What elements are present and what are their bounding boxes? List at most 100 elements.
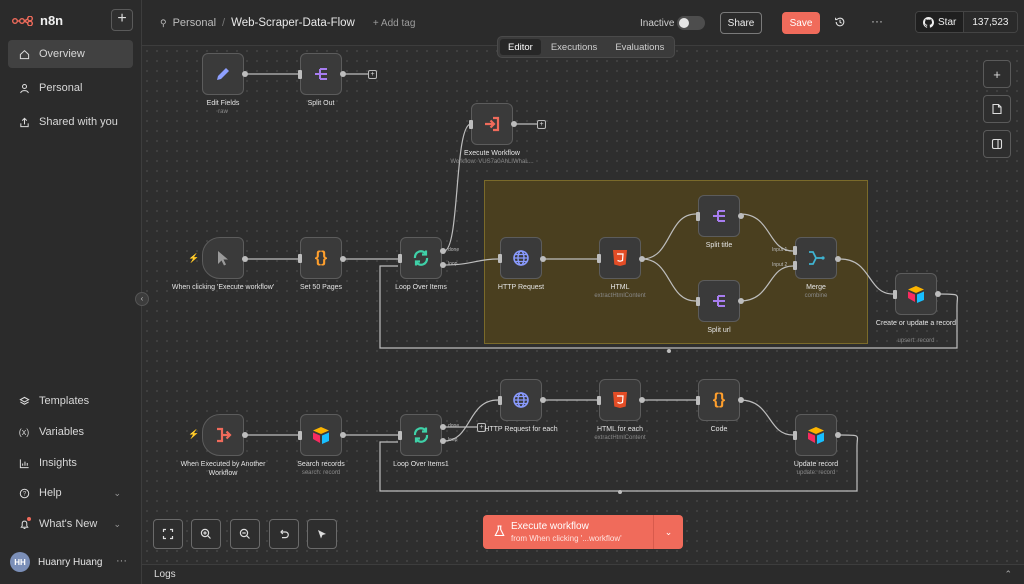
workflow-canvas[interactable]: Edit Fields raw Split Out + + Execute Wo…: [142, 46, 1024, 564]
sidebar-item-templates[interactable]: Templates: [8, 387, 133, 415]
output-port[interactable]: [639, 397, 645, 403]
workflow-name[interactable]: Web-Scraper-Data-Flow: [231, 17, 355, 29]
input-port[interactable]: [893, 290, 897, 299]
user-more-icon[interactable]: ···: [116, 555, 127, 567]
input-port[interactable]: [597, 254, 601, 263]
sidebar-item-overview[interactable]: Overview: [8, 40, 133, 68]
node-merge[interactable]: [795, 237, 837, 279]
zoom-in-button[interactable]: [191, 519, 221, 549]
output-port-done[interactable]: [440, 248, 446, 254]
sidebar-item-insights[interactable]: Insights: [8, 449, 133, 477]
node-http-request[interactable]: [500, 237, 542, 279]
input-port[interactable]: [398, 254, 402, 263]
output-port[interactable]: [340, 256, 346, 262]
input-port[interactable]: [597, 396, 601, 405]
output-port[interactable]: [540, 256, 546, 262]
sidebar-item-help[interactable]: ? Help ⌄: [8, 479, 133, 507]
input-port[interactable]: [696, 212, 700, 221]
node-split-title[interactable]: [698, 195, 740, 237]
node-split-url[interactable]: [698, 280, 740, 322]
node-edit-fields[interactable]: [202, 53, 244, 95]
input-port[interactable]: [498, 396, 502, 405]
input-port[interactable]: [696, 297, 700, 306]
port-label: loop: [448, 437, 458, 443]
output-port[interactable]: [540, 397, 546, 403]
node-execute-trigger[interactable]: [202, 414, 244, 456]
sidebar-item-whats-new[interactable]: What's New ⌄: [8, 510, 133, 538]
sidebar-item-personal[interactable]: Personal: [8, 74, 133, 102]
tab-executions[interactable]: Executions: [543, 39, 605, 55]
zoom-out-button[interactable]: [230, 519, 260, 549]
more-options-icon[interactable]: ···: [871, 14, 883, 28]
logs-panel-bar[interactable]: Logs ⌃: [142, 564, 1024, 584]
sidebar-item-label: Help: [39, 487, 62, 499]
add-tag-button[interactable]: + Add tag: [373, 18, 416, 29]
output-port[interactable]: [738, 397, 744, 403]
output-port-loop[interactable]: [440, 438, 446, 444]
chevron-up-icon[interactable]: ⌃: [1004, 569, 1012, 580]
undo-button[interactable]: [269, 519, 299, 549]
node-update-record[interactable]: [795, 414, 837, 456]
execute-workflow-button[interactable]: Execute workflow from When clicking '...…: [483, 515, 683, 549]
output-port[interactable]: [511, 121, 517, 127]
output-port[interactable]: [835, 256, 841, 262]
create-new-button[interactable]: +: [111, 9, 133, 31]
input-port[interactable]: [793, 261, 797, 270]
output-port[interactable]: [738, 298, 744, 304]
save-button[interactable]: Save: [782, 12, 820, 34]
node-html[interactable]: [599, 237, 641, 279]
node-manual-trigger[interactable]: [202, 237, 244, 279]
toggle-panel-button[interactable]: [983, 130, 1011, 158]
node-loop-over-items[interactable]: [400, 237, 442, 279]
tab-evaluations[interactable]: Evaluations: [607, 39, 672, 55]
activate-toggle[interactable]: [677, 16, 705, 30]
breadcrumb-project[interactable]: Personal: [173, 17, 216, 29]
input-port[interactable]: [398, 431, 402, 440]
output-port-loop[interactable]: [440, 262, 446, 268]
sticky-note-button[interactable]: [983, 95, 1011, 123]
sidebar-item-shared[interactable]: Shared with you: [8, 108, 133, 136]
input-port[interactable]: [498, 254, 502, 263]
node-code[interactable]: {}: [698, 379, 740, 421]
node-http-request-each[interactable]: [500, 379, 542, 421]
add-node-button[interactable]: +: [537, 120, 546, 129]
tab-editor[interactable]: Editor: [500, 39, 541, 55]
n8n-logo[interactable]: n8n: [12, 13, 63, 28]
node-loop-over-items1[interactable]: [400, 414, 442, 456]
output-port-done[interactable]: [440, 424, 446, 430]
output-port[interactable]: [935, 291, 941, 297]
fit-view-button[interactable]: [153, 519, 183, 549]
history-icon[interactable]: [834, 16, 846, 31]
collapse-sidebar-button[interactable]: ‹: [135, 292, 149, 306]
node-split-out[interactable]: [300, 53, 342, 95]
add-node-panel-button[interactable]: +: [983, 60, 1011, 88]
output-port[interactable]: [639, 256, 645, 262]
input-port[interactable]: [696, 396, 700, 405]
input-port[interactable]: [298, 70, 302, 79]
output-port[interactable]: [242, 71, 248, 77]
output-port[interactable]: [242, 256, 248, 262]
input-port[interactable]: [793, 246, 797, 255]
github-star-button[interactable]: Star 137,523: [915, 11, 1018, 33]
sidebar-item-variables[interactable]: (x) Variables: [8, 418, 133, 446]
input-port[interactable]: [298, 431, 302, 440]
node-search-records[interactable]: [300, 414, 342, 456]
input-port[interactable]: [469, 120, 473, 129]
execute-dropdown-button[interactable]: ⌄: [653, 515, 683, 549]
output-port[interactable]: [835, 432, 841, 438]
add-node-button[interactable]: +: [368, 70, 377, 79]
input-port[interactable]: [793, 431, 797, 440]
tidy-up-button[interactable]: [307, 519, 337, 549]
user-menu[interactable]: HH Huanry Huang: [10, 552, 102, 572]
node-execute-workflow[interactable]: [471, 103, 513, 145]
output-port[interactable]: [242, 432, 248, 438]
output-port[interactable]: [340, 432, 346, 438]
input-port[interactable]: [298, 254, 302, 263]
node-set-pages[interactable]: {}: [300, 237, 342, 279]
share-button[interactable]: Share: [720, 12, 762, 34]
node-html-each[interactable]: [599, 379, 641, 421]
node-airtable-upsert[interactable]: [895, 273, 937, 315]
output-port[interactable]: [340, 71, 346, 77]
sidebar-item-label: Templates: [39, 395, 90, 407]
output-port[interactable]: [738, 213, 744, 219]
